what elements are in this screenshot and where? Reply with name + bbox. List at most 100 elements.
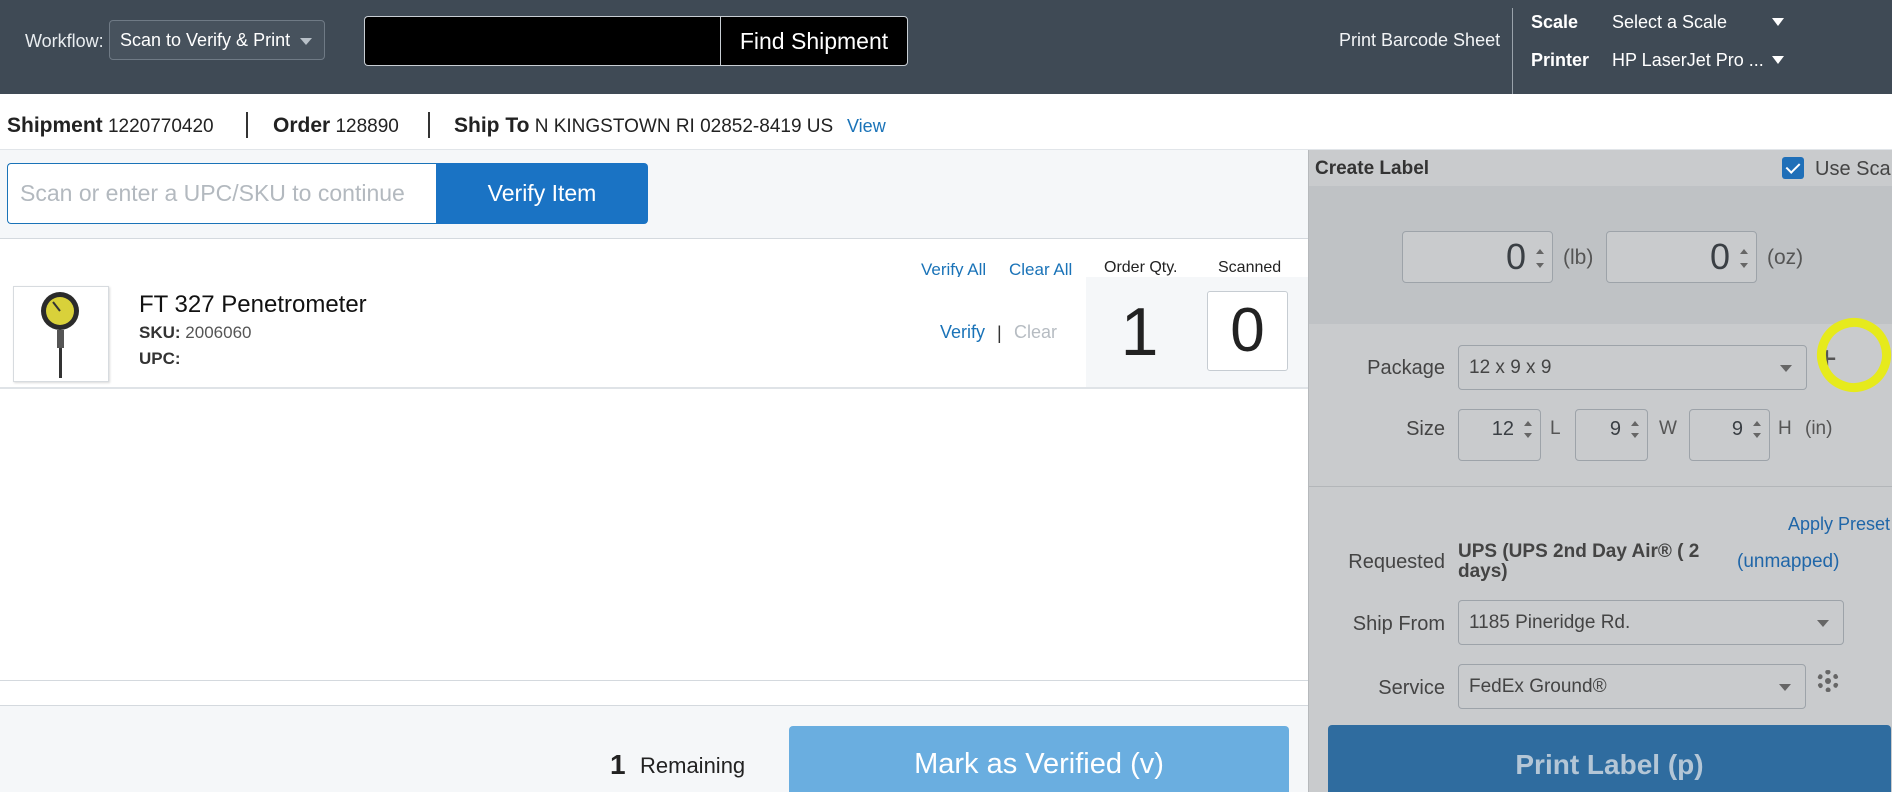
length-unit: L	[1550, 418, 1561, 439]
caret-down-icon[interactable]	[1772, 18, 1784, 26]
length-input[interactable]: 12	[1458, 409, 1541, 461]
scale-select[interactable]: Select a Scale	[1612, 12, 1727, 33]
height-input[interactable]: 9	[1689, 409, 1770, 461]
width-input[interactable]: 9	[1575, 409, 1648, 461]
spinner-down-icon[interactable]	[1536, 263, 1544, 268]
requested-label: Requested	[1348, 551, 1445, 573]
divider	[0, 680, 1308, 681]
use-scale-checkbox[interactable]	[1782, 157, 1804, 179]
package-select[interactable]: 12 x 9 x 9	[1458, 345, 1807, 390]
verify-footer: 1 Remaining Mark as Verified (v)	[0, 705, 1308, 792]
view-address-link[interactable]: View	[847, 116, 886, 137]
product-thumbnail	[13, 286, 109, 382]
caret-down-icon	[300, 38, 312, 45]
verify-row-link[interactable]: Verify	[940, 322, 985, 343]
width-unit: W	[1659, 418, 1677, 439]
create-label-title: Create Label	[1315, 158, 1430, 179]
spinner-up-icon[interactable]	[1524, 421, 1532, 426]
service-select[interactable]: FedEx Ground®	[1458, 664, 1806, 709]
service-label: Service	[1378, 677, 1445, 699]
verify-items-area: Verify Item Verify All Clear All Order Q…	[0, 150, 1308, 792]
workflow-label: Workflow:	[25, 31, 104, 51]
find-shipment-button[interactable]: Find Shipment	[720, 16, 908, 66]
shipment-info: Shipment 1220770420	[7, 114, 214, 138]
spinner-up-icon[interactable]	[1740, 249, 1748, 254]
remaining-label: Remaining	[640, 753, 746, 778]
caret-down-icon[interactable]	[1772, 56, 1784, 64]
upc-sku-input[interactable]	[7, 163, 437, 224]
penetrometer-image	[41, 292, 79, 378]
row-action-separator: |	[997, 323, 1002, 343]
weight-oz-value: 0	[1709, 236, 1730, 277]
spinner-up-icon[interactable]	[1631, 421, 1639, 426]
product-upc: UPC:	[139, 349, 181, 369]
weight-lb-value: 0	[1505, 236, 1526, 277]
scanned-cell: 0	[1193, 277, 1308, 387]
spinner-down-icon[interactable]	[1524, 433, 1532, 438]
sku-value: 2006060	[185, 323, 252, 342]
ship-to-label: Ship To	[454, 114, 530, 137]
weight-section	[1309, 186, 1892, 324]
weight-oz-input[interactable]: 0	[1606, 231, 1757, 283]
find-shipment-input[interactable]	[364, 16, 721, 66]
order-label: Order	[273, 114, 331, 137]
product-name: FT 327 Penetrometer	[139, 291, 367, 318]
workflow-value: Scan to Verify & Print	[120, 30, 291, 50]
create-label-panel: Create Label Use Sca 0 (lb) 0 (oz) Packa…	[1308, 150, 1892, 792]
ship-from-value: 1185 Pineridge Rd.	[1469, 612, 1631, 633]
caret-down-icon	[1779, 684, 1791, 691]
ship-to-info: Ship To N KINGSTOWN RI 02852-8419 US	[454, 114, 833, 138]
workflow-select[interactable]: Scan to Verify & Print	[109, 20, 325, 60]
length-value: 12	[1491, 418, 1514, 440]
caret-down-icon	[1780, 365, 1792, 372]
item-row: FT 327 Penetrometer SKU: 2006060 UPC: Ve…	[0, 277, 1308, 389]
height-value: 9	[1731, 418, 1743, 440]
ship-from-label: Ship From	[1352, 613, 1445, 635]
mark-as-verified-button[interactable]: Mark as Verified (v)	[789, 726, 1289, 792]
spinner-up-icon[interactable]	[1536, 249, 1544, 254]
weight-lb-input[interactable]: 0	[1402, 231, 1553, 283]
ship-from-select[interactable]: 1185 Pineridge Rd.	[1458, 600, 1844, 645]
height-unit: H	[1778, 418, 1792, 439]
divider	[1309, 486, 1892, 487]
order-info: Order 128890	[273, 114, 399, 138]
shipment-label: Shipment	[7, 114, 103, 137]
spinner-up-icon[interactable]	[1753, 421, 1761, 426]
header-divider	[246, 112, 248, 138]
unit-lb: (lb)	[1563, 246, 1594, 269]
size-unit: (in)	[1805, 418, 1833, 439]
spinner-down-icon[interactable]	[1631, 433, 1639, 438]
spinner-down-icon[interactable]	[1753, 433, 1761, 438]
unmapped-link[interactable]: (unmapped)	[1737, 551, 1839, 573]
print-barcode-sheet-link[interactable]: Print Barcode Sheet	[1339, 30, 1500, 51]
width-value: 9	[1609, 418, 1621, 440]
order-qty-header: Order Qty.	[1104, 259, 1178, 276]
scale-label: Scale	[1531, 12, 1579, 32]
spinner-down-icon[interactable]	[1740, 263, 1748, 268]
clear-row-link[interactable]: Clear	[1014, 322, 1057, 343]
scanned-header: Scanned	[1218, 259, 1282, 276]
shipment-header: Shipment 1220770420 Order 128890 Ship To…	[0, 94, 1892, 150]
order-number: 128890	[335, 116, 399, 137]
package-value: 12 x 9 x 9	[1469, 357, 1552, 378]
remaining-count: 1	[610, 749, 626, 780]
package-label: Package	[1367, 357, 1445, 379]
shipment-number: 1220770420	[107, 116, 214, 137]
use-scale-label[interactable]: Use Sca	[1815, 158, 1891, 181]
product-sku: SKU: 2006060	[139, 323, 251, 343]
ship-to-address: N KINGSTOWN RI 02852-8419 US	[534, 116, 834, 137]
scanned-count[interactable]: 0	[1207, 291, 1288, 371]
sku-label: SKU:	[139, 323, 181, 342]
gear-icon[interactable]	[1817, 670, 1839, 692]
service-value: FedEx Ground®	[1469, 676, 1607, 697]
size-label: Size	[1406, 418, 1445, 440]
toolbar-divider	[1512, 8, 1513, 108]
upc-label: UPC:	[139, 349, 181, 368]
print-label-button[interactable]: Print Label (p)	[1328, 725, 1891, 792]
apply-preset-link[interactable]: Apply Preset	[1788, 514, 1890, 535]
printer-select[interactable]: HP LaserJet Pro ...	[1612, 50, 1764, 71]
printer-label: Printer	[1531, 50, 1590, 70]
verify-item-button[interactable]: Verify Item	[436, 163, 648, 224]
header-divider	[428, 112, 430, 138]
order-qty-value: 1	[1086, 277, 1193, 387]
